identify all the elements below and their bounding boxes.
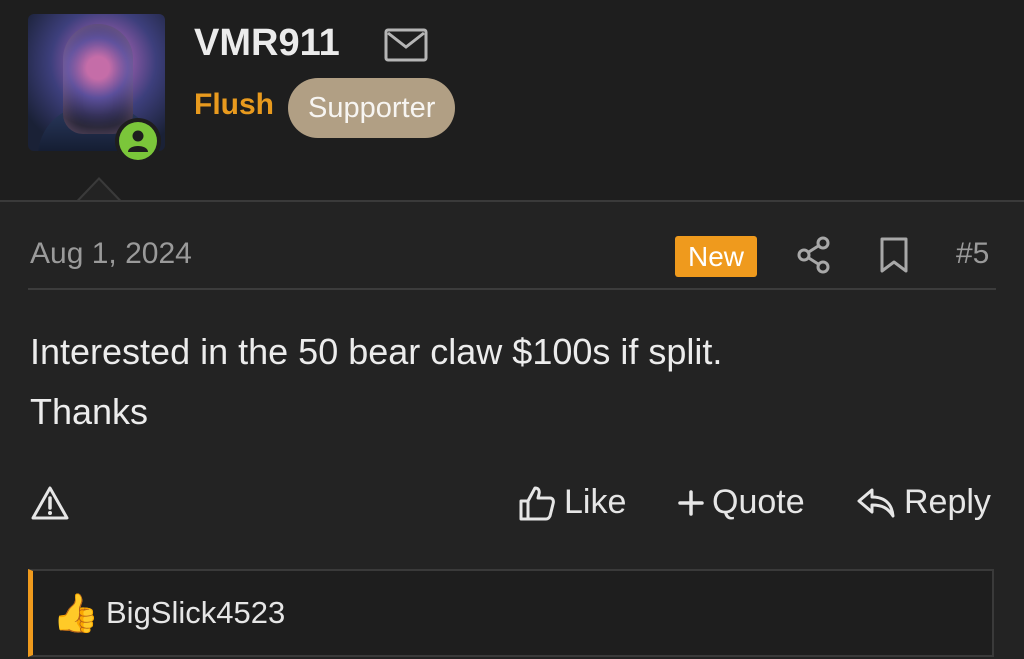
header-divider (0, 200, 1024, 202)
like-button[interactable]: Like (518, 483, 626, 522)
avatar-figure (63, 24, 133, 134)
quote-label: Quote (712, 483, 805, 521)
user-title: Flush (194, 88, 274, 121)
online-status-icon (119, 122, 157, 160)
post-body-line: Interested in the 50 bear claw $100s if … (30, 331, 723, 372)
report-icon[interactable] (30, 485, 70, 526)
username[interactable]: VMR911 (194, 22, 340, 65)
meta-divider (28, 288, 996, 290)
thumbs-up-reaction-icon: 👍 (52, 593, 100, 635)
thumbs-up-icon (519, 486, 555, 520)
post-date[interactable]: Aug 1, 2024 (30, 237, 192, 271)
bookmark-icon[interactable] (878, 236, 910, 279)
reply-icon (857, 488, 895, 517)
post-body-line: Thanks (30, 391, 149, 432)
new-badge: New (675, 236, 757, 277)
post-number[interactable]: #5 (956, 237, 989, 271)
post-body: Interested in the 50 bear claw $100s if … (30, 322, 990, 442)
reply-button[interactable]: Reply (856, 483, 991, 522)
reaction-user[interactable]: BigSlick4523 (106, 595, 285, 631)
online-status-indicator (115, 118, 161, 164)
supporter-badge: Supporter (288, 78, 456, 138)
plus-icon (678, 489, 704, 516)
share-icon[interactable] (796, 236, 832, 279)
like-label: Like (564, 483, 627, 521)
reply-label: Reply (904, 483, 991, 521)
quote-button[interactable]: Quote (678, 483, 805, 522)
mail-icon[interactable] (384, 28, 428, 67)
